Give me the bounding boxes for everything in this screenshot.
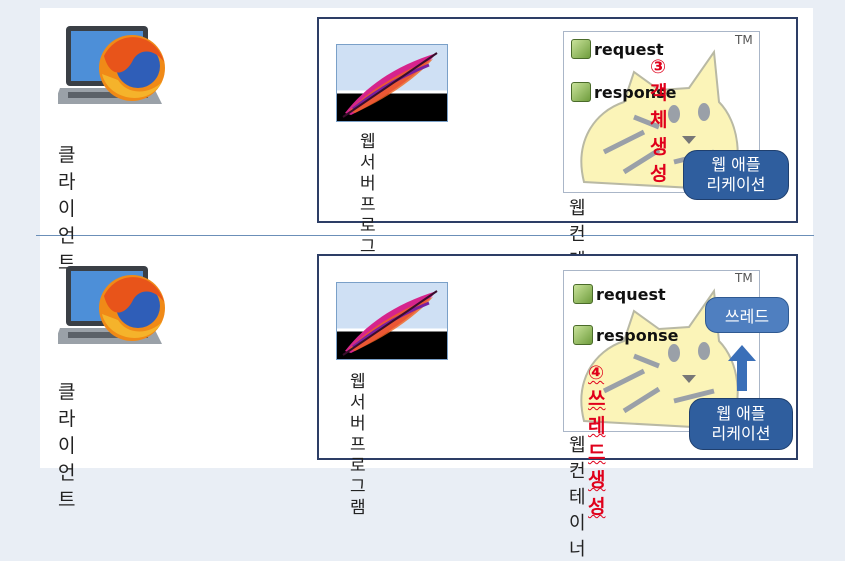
web-server-label-line1: 웹 서버 bbox=[350, 372, 366, 434]
section-divider bbox=[36, 235, 814, 236]
web-server-label: 웹 서버 프로그램 bbox=[350, 372, 366, 519]
firefox-laptop-icon bbox=[58, 26, 165, 104]
object-square-icon bbox=[571, 39, 591, 59]
web-container-label: 웹 컨테이너 bbox=[569, 435, 586, 560]
thread-pill: 쓰레드 bbox=[705, 297, 789, 333]
trademark-mark: TM bbox=[735, 33, 753, 47]
web-app-label-line2: 리케이션 bbox=[711, 424, 771, 443]
response-object: response bbox=[573, 325, 678, 345]
object-square-icon bbox=[573, 325, 593, 345]
web-app-label-line2: 리케이션 bbox=[706, 175, 766, 194]
trademark-mark: TM bbox=[735, 271, 753, 285]
request-label: request bbox=[596, 284, 666, 304]
web-application-pill: 웹 애플 리케이션 bbox=[689, 398, 793, 450]
apache-feather-icon bbox=[336, 282, 448, 360]
arrow-up-icon bbox=[728, 345, 756, 391]
object-square-icon bbox=[571, 82, 591, 102]
request-object: request bbox=[573, 284, 666, 304]
apache-feather-icon bbox=[336, 44, 448, 122]
step-create-object: ③객체생성 bbox=[650, 56, 668, 185]
web-app-label-line1: 웹 애플 bbox=[716, 404, 766, 423]
client-label: 클라이언트 bbox=[58, 144, 76, 274]
step-create-thread: ④쓰레드생성 bbox=[588, 362, 606, 518]
web-application-pill: 웹 애플 리케이션 bbox=[683, 150, 789, 200]
client-label: 클라이언트 bbox=[58, 381, 76, 511]
web-server-label-line2: 프로그램 bbox=[350, 435, 366, 518]
web-server-label-line1: 웹 서버 bbox=[360, 132, 376, 194]
web-app-label-line1: 웹 애플 bbox=[711, 155, 761, 174]
object-square-icon bbox=[573, 284, 593, 304]
firefox-laptop-icon bbox=[58, 266, 165, 344]
response-label: response bbox=[596, 325, 679, 345]
